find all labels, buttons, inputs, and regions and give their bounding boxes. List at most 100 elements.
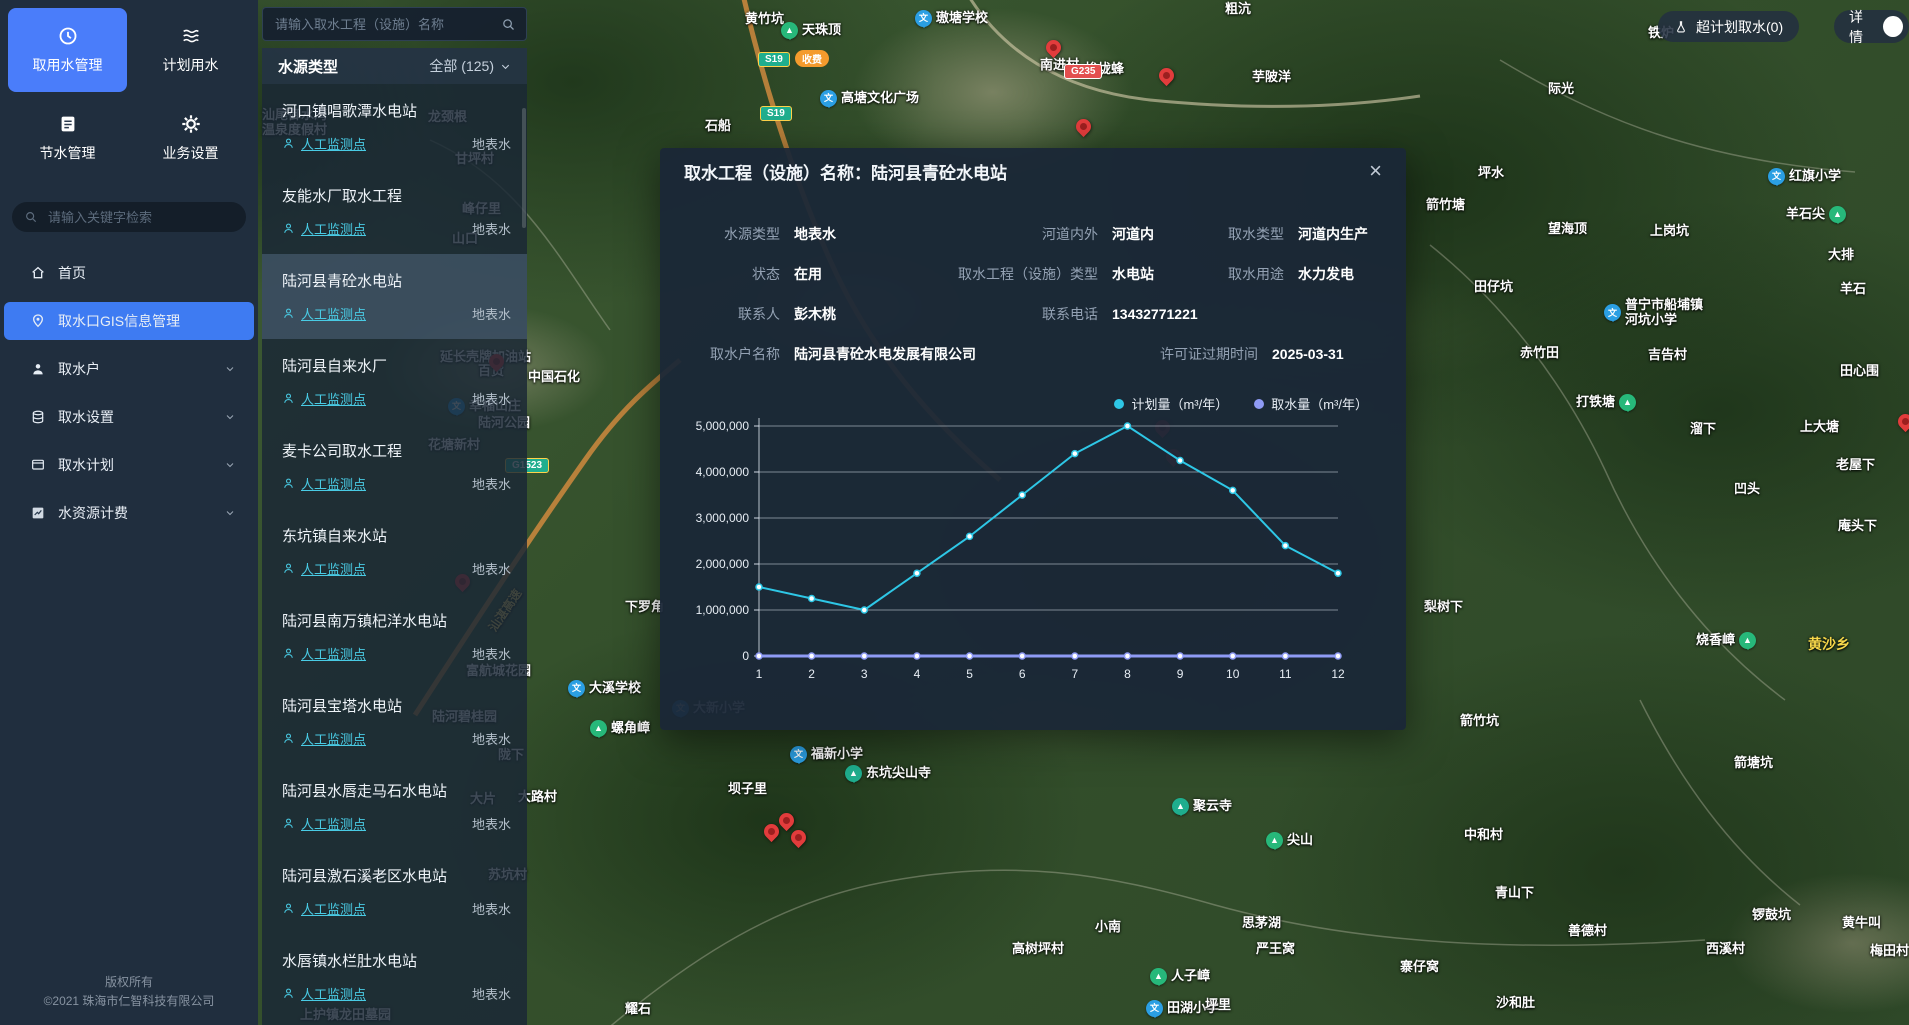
red-marker-pin-icon[interactable] — [1073, 116, 1094, 137]
detail-fields: 水源类型地表水河道内外河道内取水类型河道内生产状态在用取水工程（设施）类型水电站… — [660, 194, 1406, 364]
temple-pin-icon[interactable]: ▲ — [845, 765, 862, 782]
close-icon[interactable]: × — [1369, 160, 1382, 182]
monitor-type-link[interactable]: 人工监测点 — [282, 134, 366, 153]
peak-pin-icon[interactable]: ▲ — [590, 720, 607, 737]
map-label-text: 羊石 — [1840, 282, 1866, 297]
list-item[interactable]: 陆河县水唇走马石水电站人工监测点地表水 — [262, 764, 527, 849]
map-label: 沙和肚 — [1496, 996, 1535, 1011]
red-marker-pin-icon[interactable] — [776, 810, 797, 831]
map-label: 小南 — [1095, 920, 1121, 935]
map-label-text: 石船 — [705, 119, 731, 134]
monitor-type-link[interactable]: 人工监测点 — [282, 729, 366, 748]
list-item[interactable]: 东坑镇自来水站人工监测点地表水 — [262, 509, 527, 594]
sidebar-item-intake-plan[interactable]: 取水计划 — [4, 446, 254, 484]
search-icon[interactable] — [501, 17, 516, 32]
map-label: 际光 — [1548, 82, 1574, 97]
module-save-water[interactable]: 节水管理 — [8, 96, 127, 180]
peak-pin-icon[interactable]: ▲ — [1739, 632, 1756, 649]
sidebar-menu: 首页取水口GIS信息管理取水户取水设置取水计划水资源计费 — [0, 254, 258, 532]
school-pin-icon[interactable]: 文 — [1768, 168, 1785, 185]
red-marker-pin-icon[interactable] — [1895, 411, 1909, 432]
map-label: 羊石尖▲ — [1786, 206, 1846, 223]
map-label: 青山下 — [1495, 886, 1534, 901]
detail-toggle-pill[interactable]: 详情 — [1834, 10, 1909, 43]
map-label-text: 严王窝 — [1256, 942, 1295, 957]
school-pin-icon[interactable]: 文 — [1604, 304, 1621, 321]
red-marker-pin-icon[interactable] — [1156, 65, 1177, 86]
field-value: 2025-03-31 — [1272, 346, 1344, 362]
monitor-type-link[interactable]: 人工监测点 — [282, 984, 366, 1003]
map-label: 芋陂洋 — [1252, 70, 1291, 85]
monitor-type-link[interactable]: 人工监测点 — [282, 644, 366, 663]
over-plan-button[interactable]: 超计划取水(0) — [1658, 11, 1799, 42]
home-icon — [30, 265, 46, 281]
monitor-type-link[interactable]: 人工监测点 — [282, 304, 366, 323]
map-label-text: 中国石化 — [528, 370, 580, 385]
map-label: 黄牛叫 — [1842, 916, 1881, 931]
map-label: 望海顶 — [1548, 222, 1587, 237]
monitor-type-link[interactable]: 人工监测点 — [282, 899, 366, 918]
list-item[interactable]: 陆河县激石溪老区水电站人工监测点地表水 — [262, 849, 527, 934]
list-item[interactable]: 水唇镇水栏肚水电站人工监测点地表水 — [262, 934, 527, 1019]
peak-pin-icon[interactable]: ▲ — [1829, 206, 1846, 223]
detail-toggle[interactable] — [1883, 16, 1903, 37]
monitor-type-link[interactable]: 人工监测点 — [282, 814, 366, 833]
list-item[interactable]: 友能水厂取水工程人工监测点地表水 — [262, 169, 527, 254]
keyword-search-input[interactable] — [46, 209, 230, 226]
legend-entry[interactable]: 取水量（m³/年） — [1254, 394, 1368, 413]
sidebar-item-water-users[interactable]: 取水户 — [4, 350, 254, 388]
list-scrollbar[interactable] — [522, 108, 526, 228]
sidebar-item-gis[interactable]: 取水口GIS信息管理 — [4, 302, 254, 340]
list-item[interactable]: 陆河县青砼水电站人工监测点地表水 — [262, 254, 527, 339]
school-pin-icon[interactable]: 文 — [820, 90, 837, 107]
map-label-text: 上岗坑 — [1650, 224, 1689, 239]
peak-pin-icon[interactable]: ▲ — [1619, 394, 1636, 411]
map-label: 箭塘坑 — [1734, 756, 1773, 771]
list-item[interactable]: 陆河县南万镇杞洋水电站人工监测点地表水 — [262, 594, 527, 679]
station-search[interactable] — [262, 7, 527, 41]
map-label-text: 东坑尖山寺 — [866, 766, 931, 781]
red-marker-pin-icon[interactable] — [1043, 37, 1064, 58]
modal-title: 取水工程（设施）名称：陆河县青砼水电站 — [684, 159, 1007, 184]
school-pin-icon[interactable]: 文 — [790, 746, 807, 763]
source-type-filter[interactable]: 全部 (125) — [429, 56, 511, 76]
sidebar-item-home[interactable]: 首页 — [4, 254, 254, 292]
monitor-type-link[interactable]: 人工监测点 — [282, 559, 366, 578]
module-plan-water[interactable]: 计划用水 — [131, 8, 250, 92]
red-marker-pin-icon[interactable] — [788, 827, 809, 848]
chart-block: 计划量（m³/年）取水量（m³/年） 01,000,0002,000,0003,… — [660, 394, 1406, 697]
peak-pin-icon[interactable]: ▲ — [1150, 968, 1167, 985]
school-pin-icon[interactable]: 文 — [568, 680, 585, 697]
field-label: 状态 — [688, 264, 780, 284]
map-label: 庵头下 — [1838, 519, 1877, 534]
peak-pin-icon[interactable]: ▲ — [1266, 832, 1283, 849]
road-shield: 收费 — [795, 50, 829, 67]
legend-entry[interactable]: 计划量（m³/年） — [1114, 394, 1228, 413]
legend-dot-icon — [1114, 399, 1124, 409]
map-label: 粗沆 — [1225, 2, 1251, 17]
list-item[interactable]: 河口镇唱歌潭水电站人工监测点地表水 — [262, 84, 527, 169]
list-item[interactable]: 麦卡公司取水工程人工监测点地表水 — [262, 424, 527, 509]
detail-field: 取水类型河道内生产 — [1204, 224, 1368, 244]
monitor-type-link[interactable]: 人工监测点 — [282, 219, 366, 238]
sidebar-item-billing[interactable]: 水资源计费 — [4, 494, 254, 532]
person-icon — [282, 902, 295, 915]
keyword-search[interactable] — [12, 202, 246, 232]
list-item[interactable]: 陆河县自来水厂人工监测点地表水 — [262, 339, 527, 424]
temple-pin-icon[interactable]: ▲ — [1172, 798, 1189, 815]
list-item[interactable]: 陆河县宝塔水电站人工监测点地表水 — [262, 679, 527, 764]
station-search-input[interactable] — [273, 16, 493, 33]
station-title: 陆河县宝塔水电站 — [282, 695, 511, 716]
school-pin-icon[interactable]: 文 — [915, 10, 932, 27]
peak-pin-icon[interactable]: ▲ — [781, 22, 798, 39]
map-label-text: 下罗角 — [625, 600, 664, 615]
school-pin-icon[interactable]: 文 — [1146, 1000, 1163, 1017]
monitor-type-link[interactable]: 人工监测点 — [282, 389, 366, 408]
module-water-use[interactable]: 取用水管理 — [8, 8, 127, 92]
pin-icon — [30, 313, 46, 329]
monitor-type-link[interactable]: 人工监测点 — [282, 474, 366, 493]
field-label: 联系电话 — [938, 304, 1098, 324]
module-biz-settings[interactable]: 业务设置 — [131, 96, 250, 180]
sidebar-item-intake-settings[interactable]: 取水设置 — [4, 398, 254, 436]
detail-row: 联系人彭木桃联系电话13432771221 — [688, 304, 1378, 324]
